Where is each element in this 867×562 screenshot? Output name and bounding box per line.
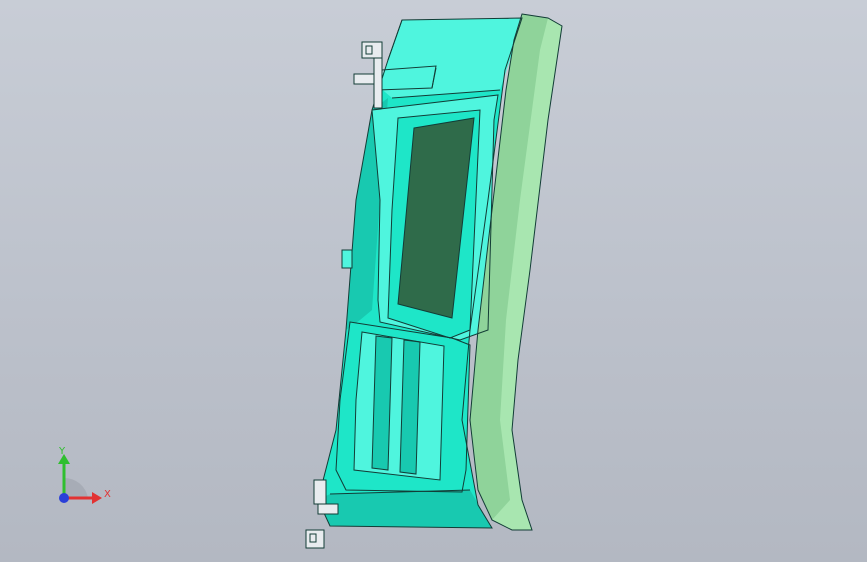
cad-graphics-viewport[interactable]: Y X — [0, 0, 867, 562]
side-tab — [341, 249, 353, 269]
cad-model-view[interactable]: Y X — [0, 0, 867, 562]
part-top-cap — [378, 18, 522, 98]
part-base — [318, 490, 492, 528]
x-axis-arrow — [92, 492, 102, 504]
lower-channel — [354, 332, 444, 480]
z-axis-dot — [59, 493, 69, 503]
injection-mold-part[interactable] — [305, 13, 563, 549]
x-axis-label: X — [104, 489, 111, 500]
top-clip — [353, 41, 383, 109]
reference-triad: Y X — [58, 446, 111, 504]
y-axis-label: Y — [58, 446, 66, 457]
